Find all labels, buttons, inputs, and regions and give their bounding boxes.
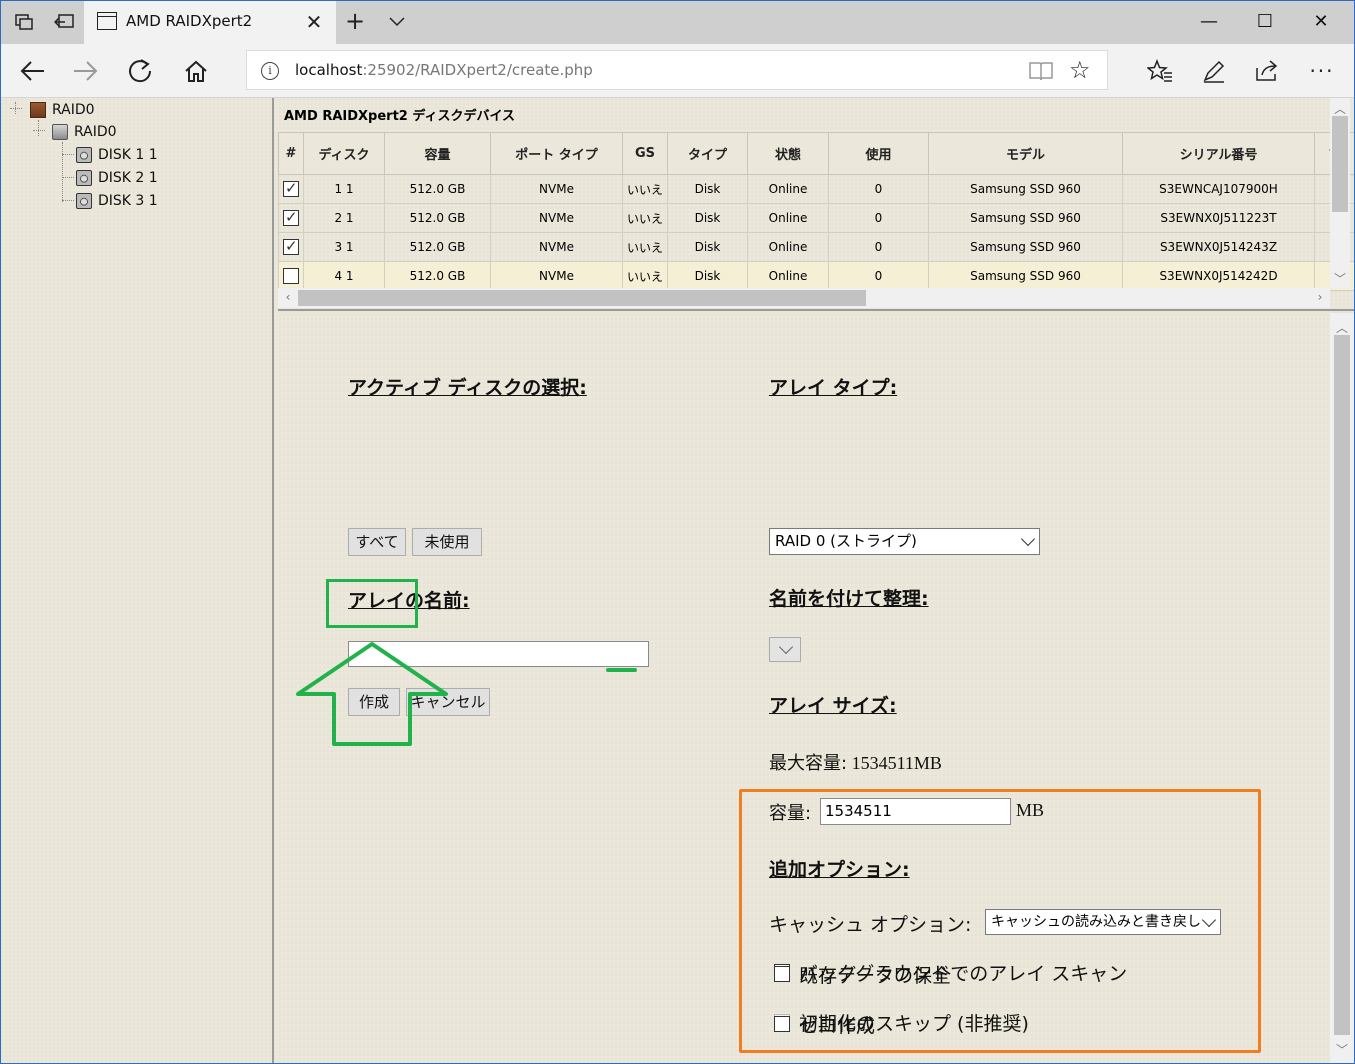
organize-select[interactable] (769, 637, 801, 662)
share-icon (1256, 60, 1278, 81)
highlight-create-box (326, 579, 418, 628)
table-horizontal-scrollbar[interactable]: ‹ › (278, 288, 1330, 308)
column-header[interactable]: ポート タイプ (490, 132, 623, 175)
column-header[interactable]: 状態 (747, 132, 829, 175)
tree-node-disk[interactable]: DISK 3 1 (76, 191, 158, 211)
favorites-button[interactable] (1140, 51, 1180, 91)
raid-controller-icon (30, 102, 46, 118)
column-header[interactable]: シリアル番号 (1122, 132, 1315, 175)
tab-close-icon[interactable]: ✕ (300, 8, 328, 36)
raid-tree-panel: RAID0 RAID0 DISK 1 1 DISK 2 1 DISK 3 1 (0, 98, 274, 1064)
chevron-down-icon (778, 639, 794, 655)
scroll-down-arrow-icon[interactable]: ﹀ (1330, 1041, 1354, 1058)
disk-select-checkbox[interactable] (283, 268, 299, 284)
address-bar[interactable]: i localhost:25902/RAIDXpert2/create.php … (246, 50, 1108, 90)
array-icon (52, 124, 68, 140)
array-type-label: アレイ タイプ: (769, 377, 898, 399)
scrollbar-thumb[interactable] (1332, 116, 1348, 212)
disk-select-checkbox[interactable] (283, 237, 299, 255)
refresh-button[interactable] (120, 51, 160, 91)
tree-node-disk[interactable]: DISK 1 1 (76, 145, 158, 165)
tree-node-array[interactable]: RAID0 (52, 122, 117, 142)
web-note-button[interactable] (1194, 51, 1234, 91)
column-header[interactable]: ディスク (303, 132, 385, 175)
pen-icon (1203, 60, 1225, 83)
table-vertical-scrollbar[interactable]: ︿ ﹀ (1330, 98, 1350, 288)
forward-button[interactable] (66, 51, 106, 91)
back-arrow-icon (20, 61, 44, 81)
tree-node-root[interactable]: RAID0 (30, 100, 95, 120)
disk-device-table: # ディスク 容量 ポート タイプ GS タイプ 状態 使用 モデル シリアル番… (278, 132, 1355, 291)
column-header[interactable]: タイプ (667, 132, 748, 175)
disk-device-panel: AMD RAIDXpert2 ディスクデバイス # ディスク 容量 ポート タイ… (278, 98, 1355, 311)
active-disk-label: アクティブ ディスクの選択: (348, 377, 587, 399)
share-button[interactable] (1248, 51, 1288, 91)
chevron-down-icon (1020, 531, 1036, 547)
favorite-star-icon[interactable]: ☆ (1069, 56, 1091, 84)
table-row[interactable]: 4 1 512.0 GB NVMe いいえ Disk Online 0 Sams… (278, 261, 1355, 291)
settings-more-icon[interactable]: ··· (1302, 51, 1342, 91)
table-header-row: # ディスク 容量 ポート タイプ GS タイプ 状態 使用 モデル シリアル番… (278, 132, 1355, 175)
column-header[interactable]: モデル (928, 132, 1123, 175)
close-window-button[interactable]: ✕ (1293, 0, 1349, 44)
column-header[interactable]: 容量 (384, 132, 491, 175)
tab-title: AMD RAIDXpert2 (126, 12, 253, 30)
scroll-down-arrow-icon[interactable]: ﹀ (1330, 270, 1350, 287)
home-button[interactable] (176, 51, 216, 91)
array-type-select[interactable]: RAID 0 (ストライプ) (769, 528, 1040, 555)
table-row[interactable]: 3 1 512.0 GB NVMe いいえ Disk Online 0 Sams… (278, 232, 1355, 262)
scrollbar-thumb[interactable] (298, 290, 866, 306)
column-header[interactable]: # (278, 132, 304, 175)
device-table-title: AMD RAIDXpert2 ディスクデバイス (284, 109, 516, 124)
annotation-dash-icon (606, 668, 637, 672)
scroll-right-arrow-icon[interactable]: › (1314, 290, 1326, 304)
column-header[interactable]: GS (622, 132, 668, 175)
tab-actions-button[interactable] (4, 0, 44, 44)
scroll-up-arrow-icon[interactable]: ︿ (1330, 319, 1354, 336)
page-icon (97, 12, 117, 30)
home-icon (185, 60, 207, 82)
site-info-icon[interactable]: i (261, 62, 279, 80)
disk-icon (76, 147, 92, 163)
favorites-list-icon (1147, 59, 1172, 82)
new-tab-button[interactable]: + (340, 6, 370, 38)
back-button[interactable] (12, 51, 52, 91)
disk-icon (76, 170, 92, 186)
forward-arrow-icon (74, 61, 98, 81)
table-row[interactable]: 1 1 512.0 GB NVMe いいえ Disk Online 0 Sams… (278, 174, 1355, 204)
select-unused-button[interactable]: 未使用 (412, 528, 482, 556)
tab-set-icon (15, 14, 33, 30)
url-text: localhost:25902/RAIDXpert2/create.php (295, 61, 593, 79)
form-vertical-scrollbar[interactable]: ︿ ﹀ (1330, 313, 1354, 1064)
set-aside-icon (54, 14, 74, 28)
organize-label: 名前を付けて整理: (769, 588, 929, 610)
table-row[interactable]: 2 1 512.0 GB NVMe いいえ Disk Online 0 Sams… (278, 203, 1355, 233)
disk-select-checkbox[interactable] (283, 179, 299, 197)
scroll-up-arrow-icon[interactable]: ︿ (1330, 100, 1350, 117)
set-aside-tabs-button[interactable] (44, 0, 84, 44)
tab-preview-chevron-icon[interactable] (382, 6, 412, 38)
maximize-button[interactable]: ☐ (1237, 0, 1293, 44)
reading-view-icon[interactable] (1029, 61, 1053, 81)
tree-node-disk[interactable]: DISK 2 1 (76, 168, 158, 188)
up-arrow-annotation-icon (296, 642, 448, 746)
refresh-icon (129, 59, 152, 83)
highlight-extra-options-box (739, 789, 1261, 1053)
select-all-button[interactable]: すべて (348, 528, 406, 556)
tab-amd-raidxpert2[interactable]: AMD RAIDXpert2 ✕ (84, 0, 336, 44)
max-capacity-text: 最大容量: 1534511MB (769, 753, 942, 774)
array-size-label: アレイ サイズ: (769, 695, 897, 717)
navigation-bar: i localhost:25902/RAIDXpert2/create.php … (0, 44, 1355, 98)
disk-select-checkbox[interactable] (283, 208, 299, 226)
scroll-left-arrow-icon[interactable]: ‹ (282, 290, 294, 304)
browser-tab-bar: AMD RAIDXpert2 ✕ + — ☐ ✕ (0, 0, 1355, 44)
disk-icon (76, 193, 92, 209)
minimize-button[interactable]: — (1181, 0, 1237, 44)
column-header[interactable]: 使用 (828, 132, 929, 175)
scrollbar-thumb[interactable] (1334, 335, 1350, 1035)
